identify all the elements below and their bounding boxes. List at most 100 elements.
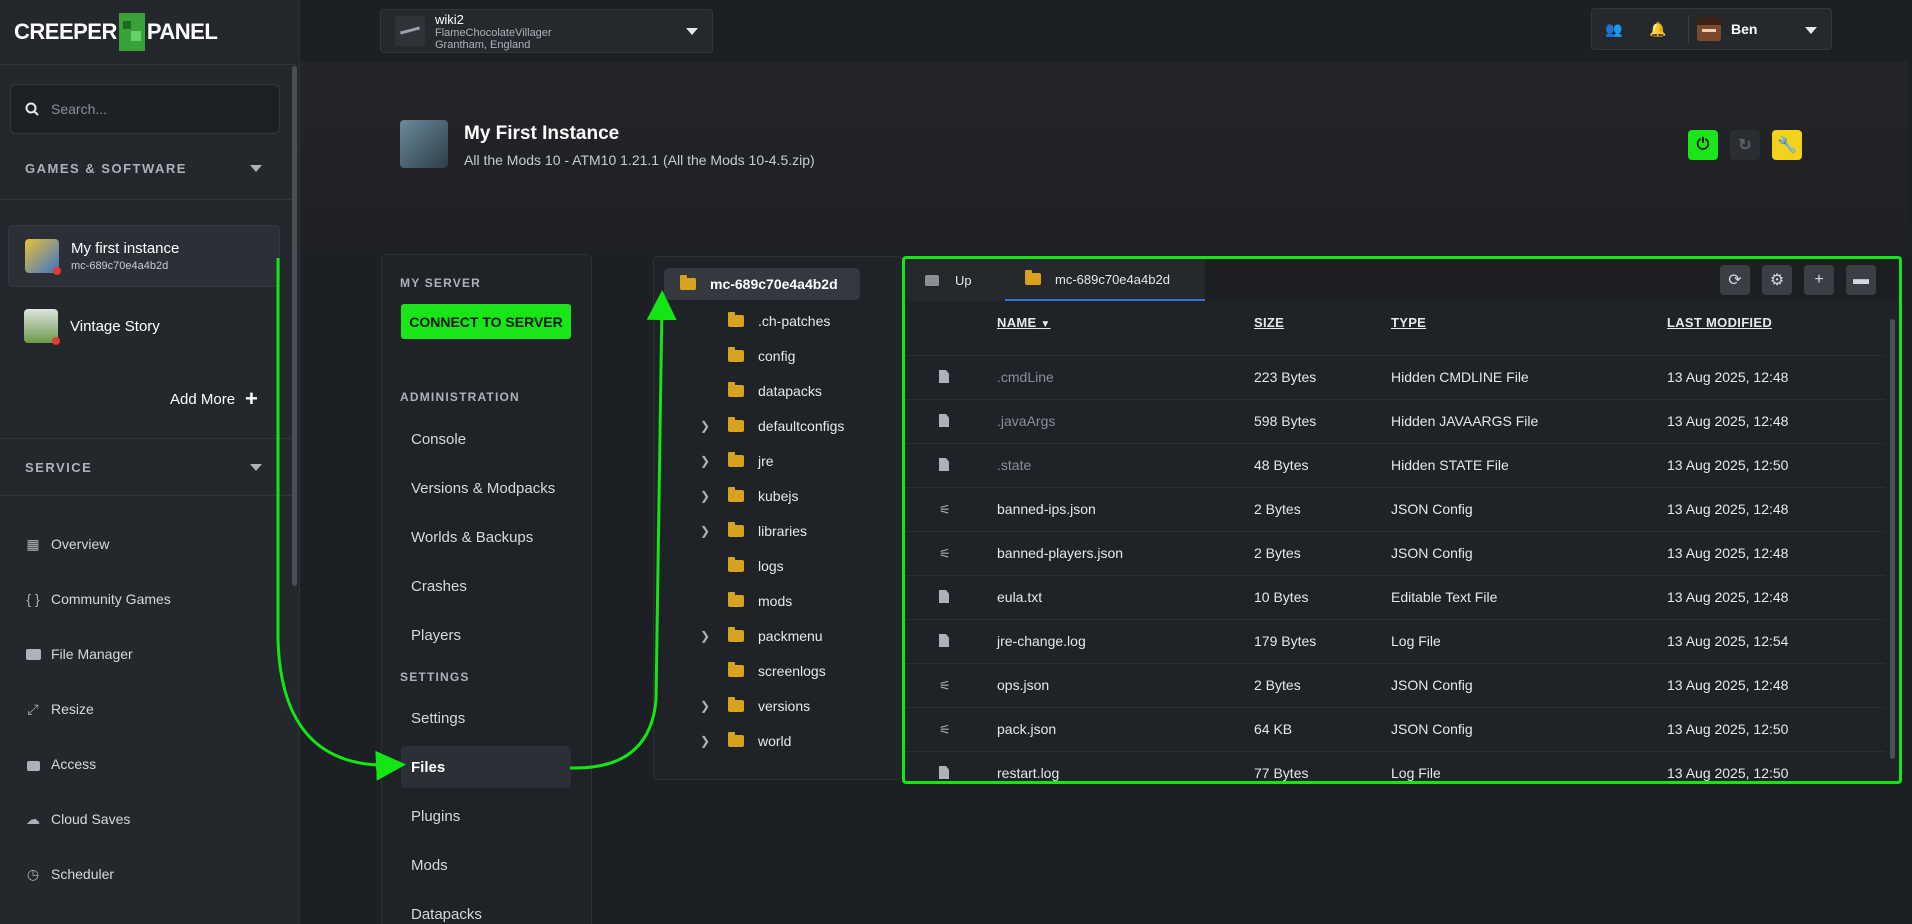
chevron-right-icon[interactable]: ❯ [700, 419, 714, 433]
table-row[interactable]: ⚟ banned-players.json 2 Bytes JSON Config 13… [905, 531, 1885, 575]
logo-text-left: CREEPER [14, 19, 117, 44]
wrench-button[interactable]: 🔧 [1772, 130, 1802, 160]
nav-overview[interactable]: ▦ Overview [25, 536, 109, 553]
instance-name: Vintage Story [70, 317, 160, 335]
tree-folder-ch-patches[interactable]: .ch-patches [700, 310, 830, 332]
chevron-right-icon[interactable]: ❯ [700, 734, 714, 748]
chevron-right-icon[interactable]: ❯ [700, 489, 714, 503]
search-box[interactable] [10, 84, 280, 134]
connect-to-server-button[interactable]: CONNECT TO SERVER [401, 304, 571, 339]
text-file-icon [939, 766, 949, 779]
tree-root-folder[interactable]: mc-689c70e4a4b2d [664, 268, 860, 300]
column-last-modified[interactable]: LAST MODIFIED [1667, 315, 1772, 330]
user-menu[interactable]: 👥 🔔 Ben [1591, 8, 1832, 50]
menu-mods[interactable]: Mods [401, 844, 571, 886]
menu-plugins[interactable]: Plugins [401, 795, 571, 837]
cell-modified: 13 Aug 2025, 12:50 [1667, 765, 1789, 781]
menu-worlds-backups[interactable]: Worlds & Backups [401, 516, 571, 558]
cell-type: JSON Config [1391, 545, 1473, 561]
nav-community-games[interactable]: { } Community Games [25, 591, 170, 607]
file-icon [939, 370, 949, 383]
instance-id: mc-689c70e4a4b2d [71, 260, 169, 272]
power-button[interactable]: ⏻ [1688, 130, 1718, 160]
cell-name[interactable]: jre-change.log [997, 633, 1086, 649]
sidebar-scrollbar[interactable] [292, 66, 297, 586]
file-list-scrollbar[interactable] [1890, 319, 1895, 759]
tree-folder-screenlogs[interactable]: screenlogs [700, 660, 826, 682]
nav-file-manager[interactable]: File Manager [25, 646, 133, 662]
search-input[interactable] [51, 101, 271, 117]
add-button[interactable]: + [1804, 265, 1834, 295]
tree-folder-packmenu[interactable]: ❯ packmenu [700, 625, 823, 647]
tree-folder-config[interactable]: config [700, 345, 795, 367]
settings-button[interactable]: ⚙ [1762, 265, 1792, 295]
menu-crashes[interactable]: Crashes [401, 565, 571, 607]
cell-name[interactable]: restart.log [997, 765, 1059, 781]
tree-folder-jre[interactable]: ❯ jre [700, 450, 774, 472]
page-title: My First Instance [464, 123, 620, 144]
tree-folder-defaultconfigs[interactable]: ❯ defaultconfigs [700, 415, 844, 437]
nav-resize[interactable]: ⤢ Resize [25, 701, 93, 718]
nav-access[interactable]: Access [25, 756, 96, 772]
chevron-right-icon[interactable]: ❯ [700, 699, 714, 713]
chevron-right-icon[interactable]: ❯ [700, 454, 714, 468]
tree-folder-world[interactable]: ❯ world [700, 730, 791, 752]
tree-folder-mods[interactable]: mods [700, 590, 792, 612]
tree-folder-logs[interactable]: logs [700, 555, 784, 577]
panel-button[interactable]: ▬ [1846, 265, 1876, 295]
column-type[interactable]: TYPE [1391, 315, 1426, 330]
tree-folder-versions[interactable]: ❯ versions [700, 695, 810, 717]
bell-icon[interactable]: 🔔 [1636, 21, 1680, 38]
cell-name[interactable]: .cmdLine [997, 369, 1054, 385]
cell-modified: 13 Aug 2025, 12:48 [1667, 677, 1789, 693]
table-row[interactable]: eula.txt 10 Bytes Editable Text File 13 Aug… [905, 575, 1885, 619]
cell-size: 223 Bytes [1254, 369, 1317, 385]
folder-icon [728, 312, 744, 327]
instance-vintage-story[interactable]: Vintage Story [8, 295, 280, 357]
tab-label: Up [955, 272, 972, 288]
tree-folder-libraries[interactable]: ❯ libraries [700, 520, 807, 542]
table-row[interactable]: .cmdLine 223 Bytes Hidden CMDLINE File 13 A… [905, 355, 1885, 399]
table-row[interactable]: ⚟ pack.json 64 KB JSON Config 13 Aug 2025, 1… [905, 707, 1885, 751]
server-selector[interactable]: wiki2 FlameChocolateVillager Grantham, E… [380, 9, 713, 53]
nav-scheduler[interactable]: ◷ Scheduler [25, 866, 114, 883]
cell-name[interactable]: .javaArgs [997, 413, 1055, 429]
column-name[interactable]: NAME ▼ [997, 315, 1051, 330]
cell-name[interactable]: banned-players.json [997, 545, 1123, 561]
instance-my-first-instance[interactable]: My first instance mc-689c70e4a4b2d [8, 225, 280, 287]
chevron-down-icon[interactable] [250, 165, 262, 172]
table-row[interactable]: jre-change.log 179 Bytes Log File 13 Aug 20… [905, 619, 1885, 663]
table-row[interactable]: ⚟ ops.json 2 Bytes JSON Config 13 Aug 2025, … [905, 663, 1885, 707]
tree-folder-label: mods [758, 593, 793, 609]
creeperpanel-logo[interactable]: CREEPER PANEL [14, 10, 218, 54]
restart-button[interactable]: ↻ [1730, 130, 1760, 160]
nav-cloud-saves[interactable]: ☁ Cloud Saves [25, 811, 130, 828]
cell-name[interactable]: pack.json [997, 721, 1056, 737]
column-size[interactable]: SIZE [1254, 315, 1284, 330]
cell-name[interactable]: banned-ips.json [997, 501, 1096, 517]
table-row[interactable]: restart.log 77 Bytes Log File 13 Aug 2025, … [905, 751, 1885, 781]
menu-files[interactable]: Files [401, 746, 571, 788]
menu-settings[interactable]: Settings [401, 697, 571, 739]
chevron-right-icon[interactable]: ❯ [700, 524, 714, 538]
tree-folder-datapacks[interactable]: datapacks [700, 380, 822, 402]
cell-name[interactable]: eula.txt [997, 589, 1042, 605]
refresh-button[interactable]: ⟳ [1720, 265, 1750, 295]
chevron-right-icon[interactable]: ❯ [700, 629, 714, 643]
tree-folder-kubejs[interactable]: ❯ kubejs [700, 485, 798, 507]
cell-name[interactable]: ops.json [997, 677, 1049, 693]
table-row[interactable]: ⚟ banned-ips.json 2 Bytes JSON Config 13 Aug… [905, 487, 1885, 531]
table-row[interactable]: .state 48 Bytes Hidden STATE File 13 Aug 20… [905, 443, 1885, 487]
add-more-button[interactable]: Add More + [170, 386, 258, 412]
sliders-icon: ⚟ [939, 678, 951, 693]
menu-versions-modpacks[interactable]: Versions & Modpacks [401, 467, 571, 509]
cell-name[interactable]: .state [997, 457, 1031, 473]
chevron-down-icon[interactable] [250, 464, 262, 471]
tab-current-folder[interactable]: mc-689c70e4a4b2d [1005, 259, 1205, 301]
friends-icon[interactable]: 👥 [1592, 21, 1636, 38]
table-row[interactable]: .javaArgs 598 Bytes Hidden JAVAARGS File 13… [905, 399, 1885, 443]
menu-datapacks[interactable]: Datapacks [401, 893, 571, 924]
menu-console[interactable]: Console [401, 418, 571, 460]
menu-players[interactable]: Players [401, 614, 571, 656]
tab-up[interactable]: Up [905, 259, 1005, 301]
